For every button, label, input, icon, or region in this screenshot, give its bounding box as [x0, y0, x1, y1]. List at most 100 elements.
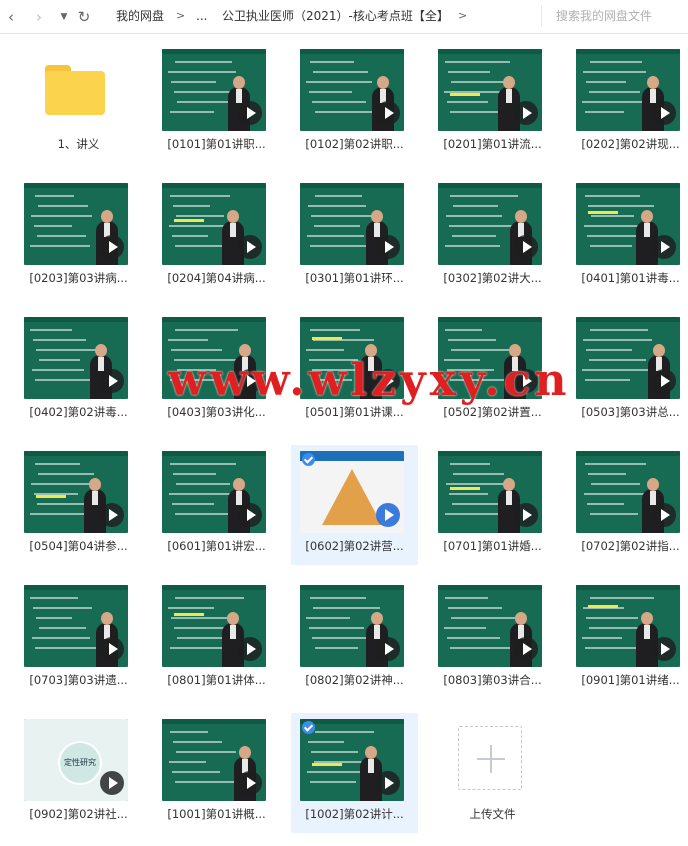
board-edge	[438, 317, 542, 322]
play-icon[interactable]	[376, 235, 400, 259]
video-item[interactable]: [0203]第03讲病...	[15, 177, 142, 297]
video-thumbnail[interactable]	[300, 585, 404, 667]
play-icon[interactable]	[376, 637, 400, 661]
video-item[interactable]: [0201]第01讲流...	[429, 43, 556, 163]
video-thumbnail[interactable]	[162, 585, 266, 667]
video-thumbnail[interactable]	[438, 183, 542, 265]
video-item[interactable]: [0801]第01讲体...	[153, 579, 280, 699]
video-thumbnail[interactable]	[438, 49, 542, 131]
video-thumbnail[interactable]	[162, 719, 266, 801]
presenter-shirt	[230, 625, 236, 639]
video-thumbnail[interactable]	[24, 183, 128, 265]
play-icon[interactable]	[100, 369, 124, 393]
text-line	[314, 225, 360, 227]
breadcrumb-root[interactable]: 我的网盘	[116, 8, 164, 24]
chevron-left-icon[interactable]: ‹	[4, 7, 18, 27]
play-icon[interactable]	[238, 503, 262, 527]
play-icon[interactable]	[238, 637, 262, 661]
video-item[interactable]: [0703]第03讲遗...	[15, 579, 142, 699]
play-icon[interactable]	[514, 101, 538, 125]
play-icon[interactable]	[238, 101, 262, 125]
video-thumbnail[interactable]	[576, 49, 680, 131]
video-thumbnail[interactable]: 定性研究	[24, 719, 128, 801]
video-thumbnail[interactable]	[576, 317, 680, 399]
breadcrumb-ellipsis[interactable]: ...	[196, 8, 207, 24]
play-icon[interactable]	[652, 637, 676, 661]
play-icon[interactable]	[376, 101, 400, 125]
video-thumbnail[interactable]	[300, 451, 404, 533]
play-icon[interactable]	[376, 771, 400, 795]
video-thumbnail[interactable]	[576, 183, 680, 265]
video-item[interactable]: [1002]第02讲计...	[291, 713, 418, 833]
video-item[interactable]: [0701]第01讲婚...	[429, 445, 556, 565]
video-item[interactable]: [0802]第02讲神...	[291, 579, 418, 699]
video-thumbnail[interactable]	[300, 719, 404, 801]
video-item[interactable]: [0402]第02讲毒...	[15, 311, 142, 431]
checkmark-icon[interactable]	[302, 721, 315, 734]
refresh-icon[interactable]: ↻	[75, 7, 93, 27]
board-edge	[24, 317, 128, 322]
video-item[interactable]: [0503]第03讲总...	[567, 311, 688, 431]
play-icon[interactable]	[238, 235, 262, 259]
play-icon[interactable]	[514, 503, 538, 527]
play-icon[interactable]	[100, 637, 124, 661]
video-item[interactable]: [0101]第01讲职...	[153, 43, 280, 163]
play-icon[interactable]	[100, 235, 124, 259]
play-icon[interactable]	[514, 637, 538, 661]
video-item[interactable]: [0202]第02讲现...	[567, 43, 688, 163]
video-thumbnail[interactable]	[24, 451, 128, 533]
board-edge	[300, 585, 404, 590]
video-item[interactable]: [0302]第02讲大...	[429, 177, 556, 297]
folder-item[interactable]: 1、讲义	[15, 43, 142, 163]
video-item[interactable]: [0901]第01讲绪...	[567, 579, 688, 699]
video-item[interactable]: [0504]第04讲参...	[15, 445, 142, 565]
play-icon[interactable]	[100, 503, 124, 527]
text-line	[170, 731, 208, 733]
play-icon[interactable]	[514, 235, 538, 259]
play-icon[interactable]	[652, 235, 676, 259]
video-thumbnail[interactable]	[576, 451, 680, 533]
file-name: [0102]第02讲职...	[305, 137, 404, 151]
video-item[interactable]: [1001]第01讲概...	[153, 713, 280, 833]
chevron-right-icon[interactable]: ›	[32, 7, 46, 27]
video-thumbnail[interactable]	[576, 585, 680, 667]
video-item[interactable]: [0702]第02讲指...	[567, 445, 688, 565]
play-icon[interactable]	[652, 503, 676, 527]
presenter-head	[641, 612, 653, 625]
video-item[interactable]: [0601]第01讲宏...	[153, 445, 280, 565]
play-icon[interactable]	[652, 369, 676, 393]
video-thumbnail[interactable]	[300, 183, 404, 265]
breadcrumb-current[interactable]: 公卫执业医师（2021）-核心考点班【全】	[222, 8, 449, 24]
video-item[interactable]: [0401]第01讲毒...	[567, 177, 688, 297]
play-icon[interactable]	[376, 503, 400, 527]
video-thumbnail[interactable]	[24, 585, 128, 667]
video-thumbnail[interactable]	[162, 183, 266, 265]
text-line	[310, 597, 366, 599]
play-icon[interactable]	[652, 101, 676, 125]
search-input[interactable]	[556, 6, 686, 26]
video-thumbnail[interactable]	[162, 49, 266, 131]
caret-down-icon[interactable]: ▼	[58, 7, 70, 27]
highlight-mark	[312, 763, 342, 766]
video-thumbnail[interactable]	[162, 451, 266, 533]
folder-icon	[45, 65, 105, 115]
video-item[interactable]: 定性研究 [0902]第02讲社...	[15, 713, 142, 833]
video-thumbnail[interactable]	[438, 585, 542, 667]
play-icon[interactable]	[238, 771, 262, 795]
text-line	[450, 111, 502, 113]
checkmark-icon[interactable]	[302, 453, 315, 466]
video-thumbnail[interactable]	[300, 49, 404, 131]
video-item[interactable]: [0204]第04讲病...	[153, 177, 280, 297]
video-item[interactable]: [0803]第03讲合...	[429, 579, 556, 699]
text-line	[170, 195, 230, 197]
play-icon[interactable]	[100, 771, 124, 795]
text-line	[448, 607, 502, 609]
video-item[interactable]: [0301]第01讲环...	[291, 177, 418, 297]
upload-item[interactable]: 上传文件	[429, 713, 556, 833]
file-name: [0301]第01讲环...	[305, 271, 404, 285]
video-item[interactable]: [0102]第02讲职...	[291, 43, 418, 163]
video-item[interactable]: [0602]第02讲营...	[291, 445, 418, 565]
plus-icon[interactable]	[458, 726, 522, 790]
video-thumbnail[interactable]	[24, 317, 128, 399]
video-thumbnail[interactable]	[438, 451, 542, 533]
